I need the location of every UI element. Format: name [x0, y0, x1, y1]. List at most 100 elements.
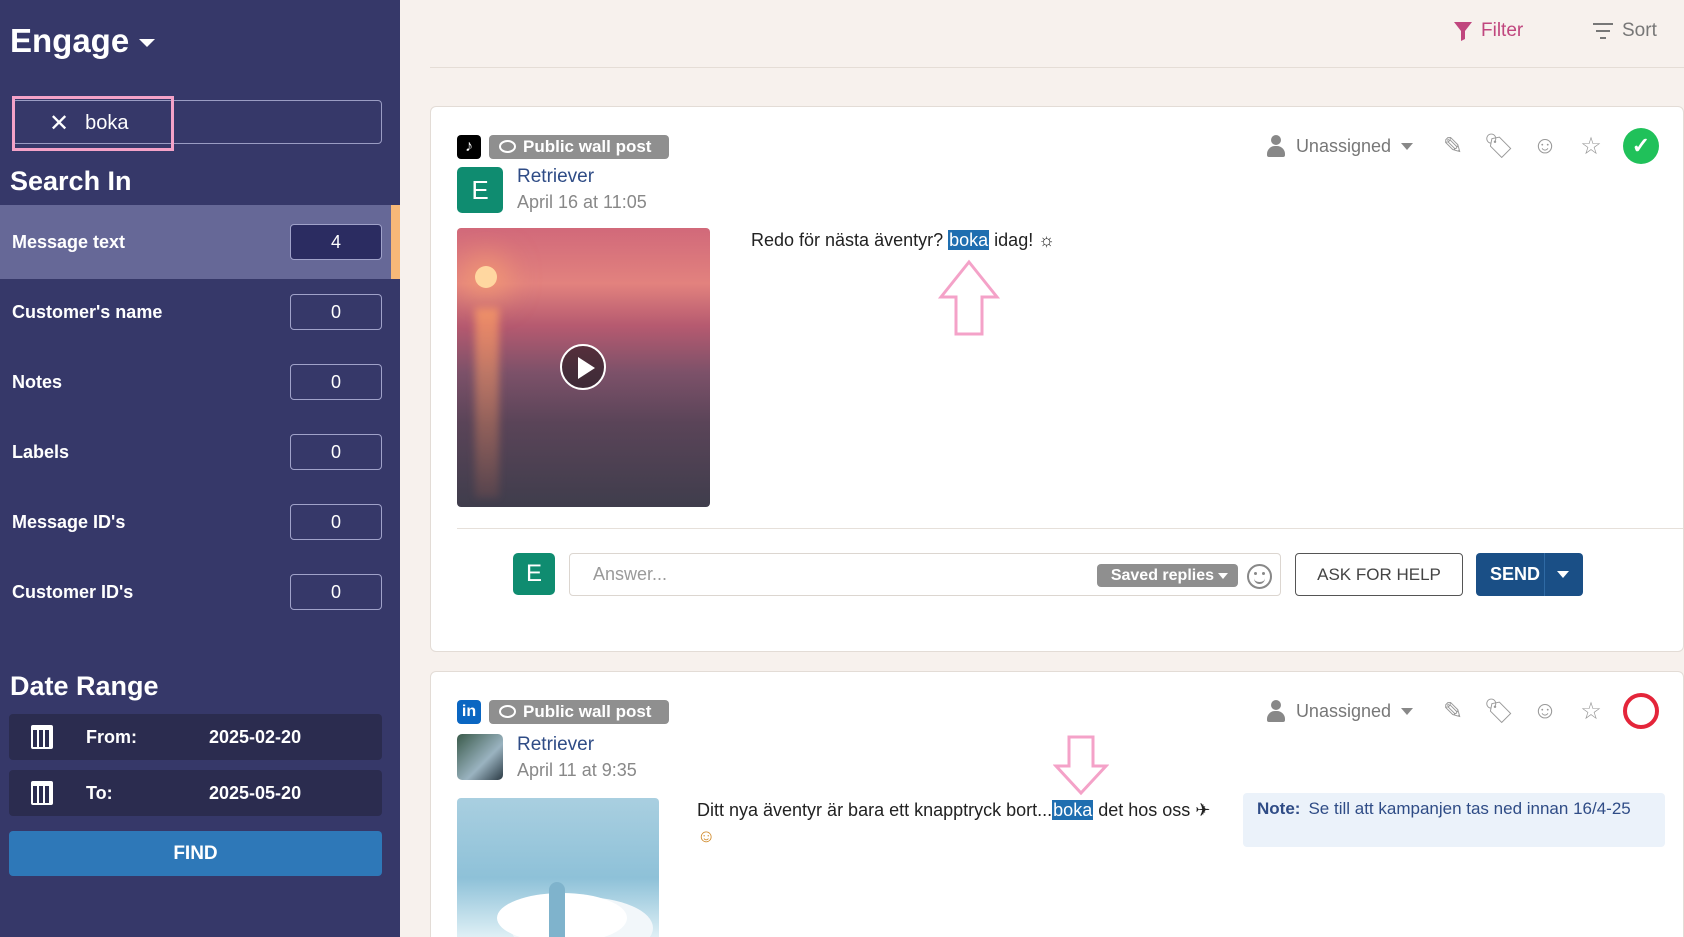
comment-icon	[499, 705, 516, 718]
send-split-divider	[1544, 553, 1545, 596]
sentiment-icon[interactable]: ☺	[1531, 132, 1559, 160]
date-from-value: 2025-02-20	[209, 726, 302, 747]
search-in-message-text[interactable]: Message text 4	[0, 205, 400, 279]
badge-label: Public wall post	[523, 702, 652, 721]
brand-title: Engage	[10, 22, 130, 59]
sentiment-icon[interactable]: ☺	[1531, 697, 1559, 725]
search-in-count: 0	[290, 294, 382, 330]
emoji-icon[interactable]	[1247, 564, 1272, 589]
message-emoji: ☺	[697, 826, 716, 846]
note-box: Note: Se till att kampanjen tas ned inna…	[1243, 793, 1665, 847]
sort-label: Sort	[1622, 20, 1657, 41]
pencil-icon[interactable]: ✎	[1439, 132, 1467, 160]
post-type-badge: Public wall post	[489, 135, 670, 159]
assignee-dropdown[interactable]: Unassigned	[1266, 700, 1413, 722]
reply-divider	[457, 528, 1683, 529]
search-in-label: Message ID's	[12, 511, 126, 532]
post-timestamp: April 16 at 11:05	[517, 192, 647, 212]
answer-field[interactable]: Saved replies	[569, 553, 1281, 596]
search-in-count: 0	[290, 504, 382, 540]
active-indicator	[391, 205, 400, 279]
post-message: Ditt nya äventyr är bara ett knapptryck …	[697, 797, 1217, 849]
search-query-chip[interactable]: ✕ boka	[12, 96, 174, 151]
chevron-down-icon	[139, 39, 156, 47]
assignee-label: Unassigned	[1295, 700, 1391, 721]
search-in-count: 0	[290, 434, 382, 470]
assignee-dropdown[interactable]: Unassigned	[1266, 135, 1413, 157]
search-in-label: Labels	[12, 441, 70, 462]
sort-button[interactable]: Sort	[1592, 20, 1657, 42]
star-icon[interactable]: ☆	[1577, 697, 1605, 725]
message-text: Redo för nästa äventyr?	[751, 230, 949, 250]
sidebar: Engage ✕ boka Search In Message text 4 C…	[0, 0, 400, 937]
post-card: ♪ Public wall post E Retriever April 16 …	[430, 106, 1684, 652]
send-label: SEND	[1490, 564, 1541, 584]
search-in-count: 0	[290, 574, 382, 610]
search-in-labels[interactable]: Labels 0	[0, 415, 400, 489]
post-message: Redo för nästa äventyr? boka idag! ☼	[751, 227, 1055, 253]
chevron-down-icon	[1401, 707, 1413, 715]
post-video-thumbnail[interactable]	[457, 228, 710, 507]
avatar	[457, 734, 503, 780]
calendar-icon	[31, 725, 53, 749]
date-from-label: From:	[86, 726, 137, 747]
tiktok-icon: ♪	[457, 135, 481, 159]
search-in-message-ids[interactable]: Message ID's 0	[0, 485, 400, 559]
star-icon[interactable]: ☆	[1577, 132, 1605, 160]
date-range-title: Date Range	[10, 671, 159, 701]
date-to-label: To:	[86, 782, 113, 803]
post-image[interactable]	[457, 798, 659, 937]
person-icon	[1266, 700, 1286, 722]
ask-for-help-button[interactable]: ASK FOR HELP	[1295, 553, 1463, 596]
search-highlight: boka	[948, 230, 990, 250]
play-icon[interactable]	[560, 344, 606, 390]
note-text: Se till att kampanjen tas ned innan 16/4…	[1308, 799, 1631, 818]
date-from-field[interactable]: From: 2025-02-20	[9, 714, 382, 760]
workspace-switcher[interactable]: Engage	[10, 22, 156, 60]
search-in-notes[interactable]: Notes 0	[0, 345, 400, 419]
video-frame-reflection	[475, 308, 499, 498]
clear-search-icon[interactable]: ✕	[49, 111, 69, 136]
search-in-count: 0	[290, 364, 382, 400]
find-button[interactable]: FIND	[9, 831, 382, 876]
message-text: Ditt nya äventyr är bara ett knapptryck …	[697, 800, 1053, 820]
search-in-customer-name[interactable]: Customer's name 0	[0, 275, 400, 349]
assignee-label: Unassigned	[1295, 135, 1391, 156]
filter-label: Filter	[1481, 20, 1524, 41]
person-icon	[1266, 135, 1286, 157]
open-status-icon[interactable]	[1623, 693, 1659, 729]
avatar: E	[457, 167, 503, 213]
filter-icon	[1454, 22, 1472, 41]
chevron-down-icon[interactable]	[1557, 571, 1569, 578]
message-text: idag! ☼	[989, 230, 1055, 250]
note-label: Note:	[1257, 799, 1301, 818]
answer-input[interactable]	[571, 555, 1091, 594]
tag-icon[interactable]: 🏷︎	[1484, 132, 1514, 160]
comment-icon	[499, 140, 516, 153]
tag-icon[interactable]: 🏷︎	[1484, 697, 1514, 725]
search-query: boka	[85, 112, 129, 134]
date-to-field[interactable]: To: 2025-05-20	[9, 770, 382, 816]
author-name[interactable]: Retriever	[517, 734, 594, 756]
chevron-down-icon	[1401, 142, 1413, 150]
annotation-arrow-up	[938, 259, 1000, 336]
post-type-badge: Public wall post	[489, 700, 670, 724]
send-button[interactable]: SEND	[1476, 553, 1583, 596]
toolbar-divider	[430, 67, 1684, 68]
search-in-title: Search In	[10, 166, 132, 196]
pencil-icon[interactable]: ✎	[1439, 697, 1467, 725]
search-in-label: Message text	[12, 231, 126, 252]
search-in-count: 4	[290, 224, 382, 260]
linkedin-icon: in	[457, 700, 481, 724]
filter-button[interactable]: Filter	[1453, 20, 1523, 42]
author-name[interactable]: Retriever	[517, 166, 594, 188]
search-in-customer-ids[interactable]: Customer ID's 0	[0, 555, 400, 629]
post-actions: Unassigned ✎ 🏷︎ ☺ ☆ ✓	[1266, 128, 1659, 164]
search-in-label: Customer's name	[12, 301, 163, 322]
message-text: det hos oss ✈	[1093, 800, 1211, 820]
image-plane	[549, 882, 565, 937]
video-frame-sun	[475, 266, 497, 288]
done-check-icon[interactable]: ✓	[1623, 128, 1659, 164]
saved-replies-button[interactable]: Saved replies	[1096, 564, 1238, 587]
badge-label: Public wall post	[523, 137, 652, 156]
